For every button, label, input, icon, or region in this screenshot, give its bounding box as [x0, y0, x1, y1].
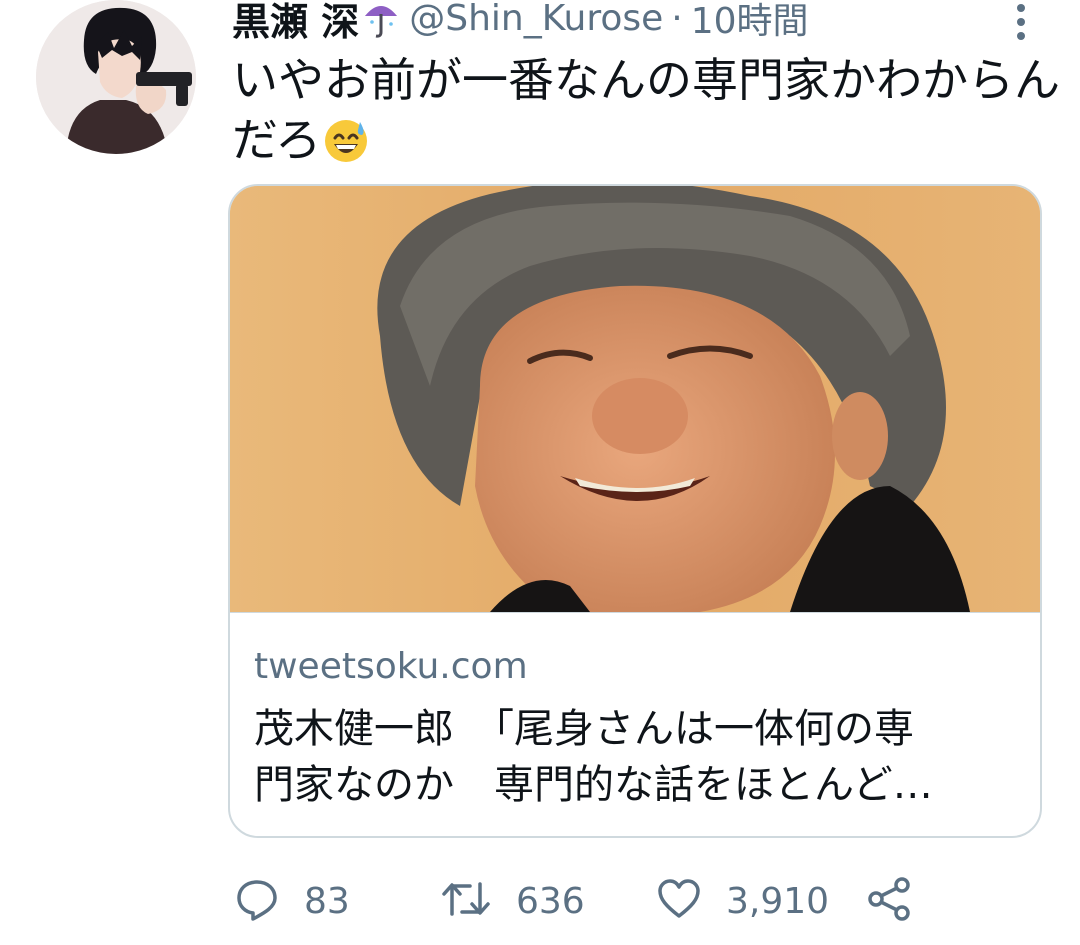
- link-card[interactable]: tweetsoku.com 茂木健一郎 「尾身さんは一体何の専 門家なのか 専門…: [228, 184, 1042, 838]
- card-image: [230, 186, 1040, 612]
- retweet-icon: [440, 876, 492, 926]
- separator-dot: ·: [671, 0, 683, 39]
- retweet-button[interactable]: 636: [440, 876, 585, 926]
- user-handle[interactable]: @Shin_Kurose: [409, 0, 663, 39]
- tweet-text: いやお前が一番なんの専門家かわからん だろ: [232, 50, 1060, 170]
- grinning-sweat-emoji: [323, 118, 369, 164]
- reply-count: 83: [304, 880, 350, 922]
- tweet[interactable]: 黒瀬 深 @Shin_Kurose · 10時間 いやお前が一番なんの専門家かわ…: [0, 0, 1080, 945]
- tweet-actions: 83 636 3,910: [234, 876, 954, 926]
- display-name[interactable]: 黒瀬 深: [232, 0, 359, 46]
- card-title[interactable]: 茂木健一郎 「尾身さんは一体何の専 門家なのか 専門的な話をほとんど…: [254, 701, 1024, 813]
- reply-button[interactable]: 83: [234, 876, 350, 926]
- like-button[interactable]: 3,910: [656, 876, 829, 926]
- tweet-header: 黒瀬 深 @Shin_Kurose · 10時間: [232, 0, 1032, 46]
- more-options-icon[interactable]: [1014, 0, 1028, 44]
- share-icon: [866, 875, 914, 927]
- tweet-text-line-2: だろ: [232, 113, 322, 167]
- avatar[interactable]: [36, 0, 196, 154]
- card-domain[interactable]: tweetsoku.com: [254, 646, 528, 687]
- umbrella-with-rain-icon: [363, 0, 399, 38]
- reply-icon: [234, 876, 280, 926]
- card-title-line-2: 門家なのか 専門的な話をほとんど…: [254, 762, 933, 808]
- timestamp[interactable]: 10時間: [691, 0, 809, 44]
- tweet-text-line-1: いやお前が一番なんの専門家かわからん: [232, 53, 1060, 107]
- share-button[interactable]: [866, 876, 914, 926]
- card-divider: [230, 612, 1040, 613]
- heart-icon: [656, 876, 702, 926]
- like-count: 3,910: [726, 880, 830, 922]
- card-title-line-1: 茂木健一郎 「尾身さんは一体何の専: [254, 706, 914, 752]
- retweet-count: 636: [516, 880, 585, 922]
